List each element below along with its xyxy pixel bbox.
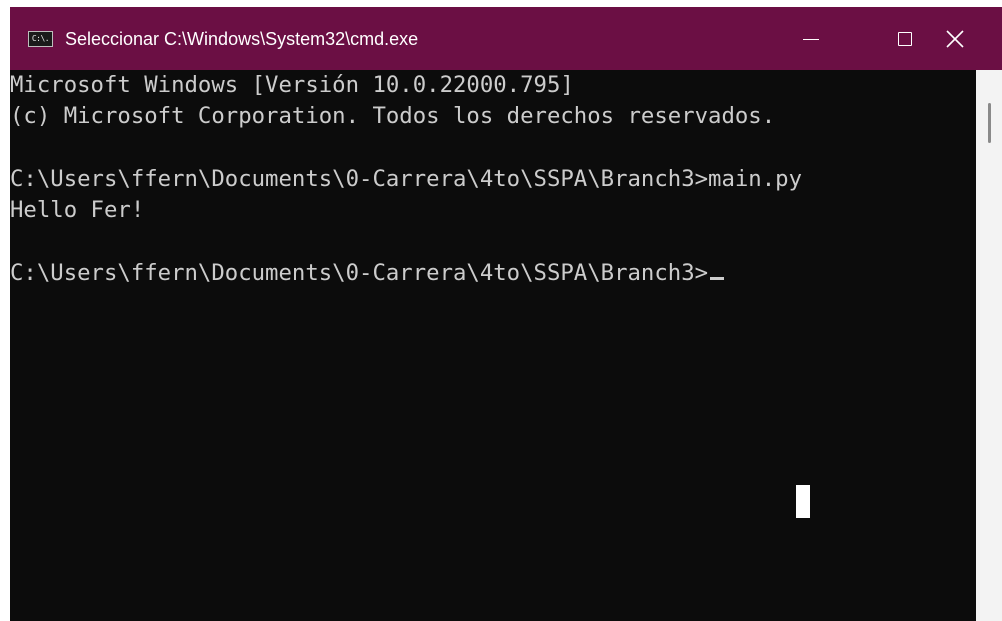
console-output[interactable]: Microsoft Windows [Versión 10.0.22000.79… <box>10 70 976 621</box>
console-line-copyright: (c) Microsoft Corporation. Todos los der… <box>10 103 776 129</box>
cmd-window: C:\. Seleccionar C:\Windows\System32\cmd… <box>10 7 1002 621</box>
close-icon <box>946 29 964 48</box>
minimize-button[interactable] <box>764 7 858 70</box>
scrollbar-thumb[interactable] <box>988 103 991 143</box>
console-line-output: Hello Fer! <box>10 197 145 223</box>
mouse-text-cursor <box>796 485 810 518</box>
console-line-version: Microsoft Windows [Versión 10.0.22000.79… <box>10 72 574 98</box>
console-prompt-line: C:\Users\ffern\Documents\0-Carrera\4to\S… <box>10 258 725 289</box>
cmd-icon[interactable]: C:\. <box>28 31 53 47</box>
console-prompt: C:\Users\ffern\Documents\0-Carrera\4to\S… <box>10 260 709 286</box>
title-bar[interactable]: C:\. Seleccionar C:\Windows\System32\cmd… <box>10 7 1002 70</box>
console-line-command: C:\Users\ffern\Documents\0-Carrera\4to\S… <box>10 166 803 192</box>
vertical-scrollbar[interactable] <box>976 70 1002 621</box>
close-button[interactable] <box>908 7 1002 70</box>
window-title: Seleccionar C:\Windows\System32\cmd.exe <box>65 29 419 49</box>
minimize-icon <box>803 38 819 41</box>
text-cursor <box>710 277 725 280</box>
